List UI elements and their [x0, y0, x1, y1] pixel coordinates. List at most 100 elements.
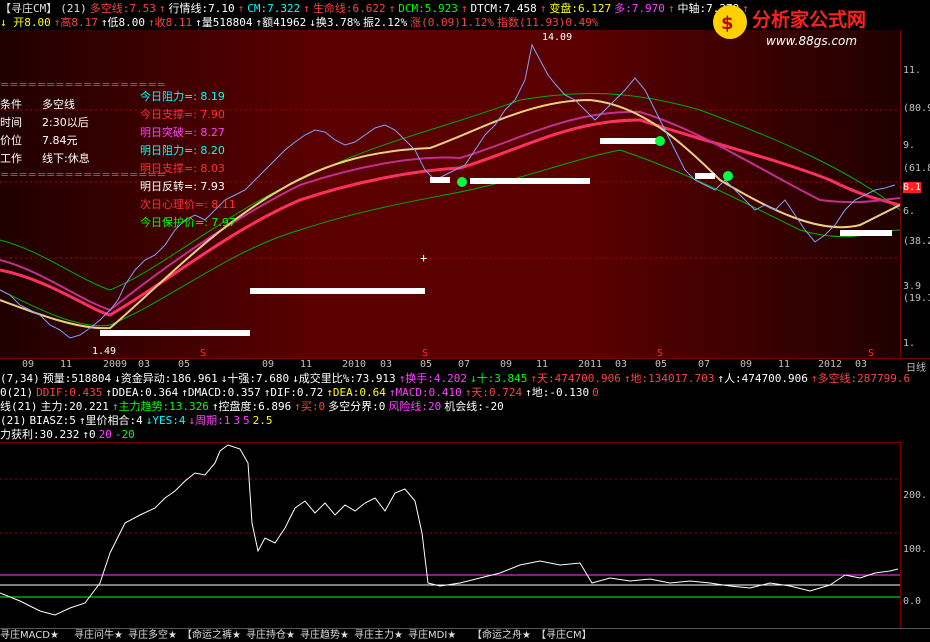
indicator-field: -20: [114, 428, 135, 441]
indicator-field: ↑地:-0.130: [525, 386, 590, 399]
signal-dot: [457, 177, 467, 187]
date-tick: 09: [22, 359, 35, 370]
level-item: 明日反转=: 7.93: [140, 180, 225, 193]
date-tick: 09: [740, 359, 753, 370]
date-tick: 2012: [818, 359, 843, 370]
header-field: 生命线:6.622: [312, 2, 386, 15]
condition-panel: ================== 条件 多空线 时间 2:30以后 价位 7.84元 工作…: [0, 78, 166, 186]
indicator-field: 主力:20.221: [40, 400, 109, 413]
tab-6[interactable]: 寻庄主力★: [354, 629, 403, 642]
tab-7[interactable]: 寻庄MDI★: [408, 629, 456, 642]
axis-tick: 8.1: [903, 182, 922, 193]
price-chart[interactable]: + S S S S 14.09 1.49 ================== 条…: [0, 30, 900, 358]
axis-tick: 100.: [903, 544, 928, 555]
info-value: 线下:休息: [42, 152, 90, 165]
tab-3[interactable]: 【命运之裤★: [182, 629, 241, 642]
info-label: 时间: [0, 116, 22, 129]
indicator-row-3: 线(21) 主力:20.221 ↑主力趋势:13.326 ↑控盘度:6.896 ↑买:0…: [0, 400, 930, 414]
header-field: ↑: [158, 2, 166, 15]
date-tick: 03: [615, 359, 628, 370]
indicator-field: 预量:518804: [42, 372, 112, 385]
profit-chart[interactable]: [0, 442, 900, 629]
tab-9[interactable]: 【寻庄CM】: [536, 629, 592, 642]
date-tick: 2010: [342, 359, 367, 370]
info-separator: ==================: [0, 78, 166, 91]
quote-field: ↑高8.17: [53, 16, 98, 29]
site-logo: $ 分析家公式网 www.88gs.com: [708, 0, 926, 50]
peak-label: 14.09: [542, 32, 572, 43]
axis-tick: 0.0: [903, 596, 922, 607]
header-field: ↑: [388, 2, 396, 15]
axis-tick: (38.2: [903, 236, 930, 247]
axis-tick: 1.: [903, 338, 916, 349]
signal-dot: [723, 171, 733, 181]
level-bar: [695, 173, 715, 179]
indicator-field: ↑多空线:287799.6: [810, 372, 911, 385]
svg-text:www.88gs.com: www.88gs.com: [766, 34, 857, 48]
quote-field: ↑额41962: [255, 16, 307, 29]
header-field: ↑: [667, 2, 675, 15]
header-field: 变盘:6.127: [549, 2, 612, 15]
header-field: DTCM:7.458: [470, 2, 537, 15]
quote-field: 指数(11.93)0.49%: [496, 16, 599, 29]
axis-tick: (80.9: [903, 103, 930, 114]
indicator-field: 线(21): [0, 400, 38, 413]
price-axis: 11. (80.9 9. (61.8 8.1 6. (38.2 3.9(19.1 1.: [900, 30, 930, 358]
info-label: 条件: [0, 98, 22, 111]
date-tick: 11: [778, 359, 791, 370]
header-field: 多空线:7.53: [89, 2, 156, 15]
indicator-field: ↑人:474700.906: [717, 372, 808, 385]
tab-0[interactable]: 寻庄MACD★: [0, 629, 59, 642]
date-tick: 05: [655, 359, 668, 370]
indicator-tab-bar: 寻庄MACD★ 寻庄问牛★ 寻庄多空★ 【命运之裤★ 寻庄持仓★ 寻庄趋势★ 寻庄主力★ 寻庄…: [0, 628, 930, 642]
tab-2[interactable]: 寻庄多空★: [128, 629, 177, 642]
svg-text:$: $: [721, 13, 734, 34]
date-tick: 2011: [578, 359, 603, 370]
date-tick: 11: [60, 359, 73, 370]
tab-4[interactable]: 寻庄持仓★: [246, 629, 295, 642]
indicator-field: 20: [98, 428, 112, 441]
quote-field: ↑收8.11: [148, 16, 193, 29]
s-marker: S: [200, 348, 206, 358]
info-separator: ==================: [0, 168, 166, 181]
date-tick: 03: [138, 359, 151, 370]
quote-field: ↓换3.78%: [309, 16, 360, 29]
info-row: 条件 多空线: [0, 96, 130, 114]
info-label: 价位: [0, 134, 22, 147]
indicator-field: ↑控盘度:6.896: [211, 400, 292, 413]
date-tick: 03: [855, 359, 868, 370]
indicator-row-1: (7,34) 预量:518804 ↓资金异动:186.961 ↓十强:7.680 ↓成交…: [0, 372, 930, 386]
indicator-field: 机会线:-20: [444, 400, 504, 413]
indicator-field: ↑天:474700.906: [530, 372, 621, 385]
indicator-field: ↑DIF:0.72: [263, 386, 324, 399]
indicator-field: 多空分界:0: [328, 400, 386, 413]
level-bar: [100, 330, 250, 336]
indicator-field: ↑DMACD:0.357: [181, 386, 261, 399]
indicator-field: ↑主力趋势:13.326: [111, 400, 209, 413]
date-tick: 09: [262, 359, 275, 370]
indicator-row-5: 力获利:30.232 ↑0 20 -20: [0, 428, 930, 442]
date-tick: 2009: [103, 359, 128, 370]
level-item: 明日阻力=: 8.20: [140, 144, 225, 157]
indicator-field: ↑天:0.724: [464, 386, 523, 399]
profit-axis: 200. 100. 0.0: [900, 442, 930, 628]
tab-8[interactable]: 【命运之舟★: [472, 629, 531, 642]
info-value: 7.84元: [42, 134, 78, 147]
date-tick: 05: [178, 359, 191, 370]
quote-field: ↓ 开8.00: [0, 16, 51, 29]
tab-5[interactable]: 寻庄趋势★: [300, 629, 349, 642]
header-field: 行情线:7.10: [168, 2, 235, 15]
info-row: 时间 2:30以后: [0, 114, 130, 132]
date-axis: 09 11 2009 03 05 09 11 2010 03 05 07 09 11 2011 03 05 07…: [0, 358, 930, 374]
magenta-line: [0, 110, 900, 312]
date-tick: 07: [698, 359, 711, 370]
tab-1[interactable]: 寻庄问牛★: [74, 629, 123, 642]
indicator-field: ↑地:134017.703: [623, 372, 715, 385]
axis-tick: (19.1: [903, 293, 930, 304]
level-item: 今日保护价=: 7.97: [140, 216, 236, 229]
axis-tick: 9.: [903, 140, 916, 151]
indicator-field: DDIF:0.435: [36, 386, 103, 399]
axis-tick: (61.8: [903, 163, 930, 174]
indicator-field: BIASZ:5: [29, 414, 76, 427]
indicator-field: ↓周期:1: [188, 414, 231, 427]
